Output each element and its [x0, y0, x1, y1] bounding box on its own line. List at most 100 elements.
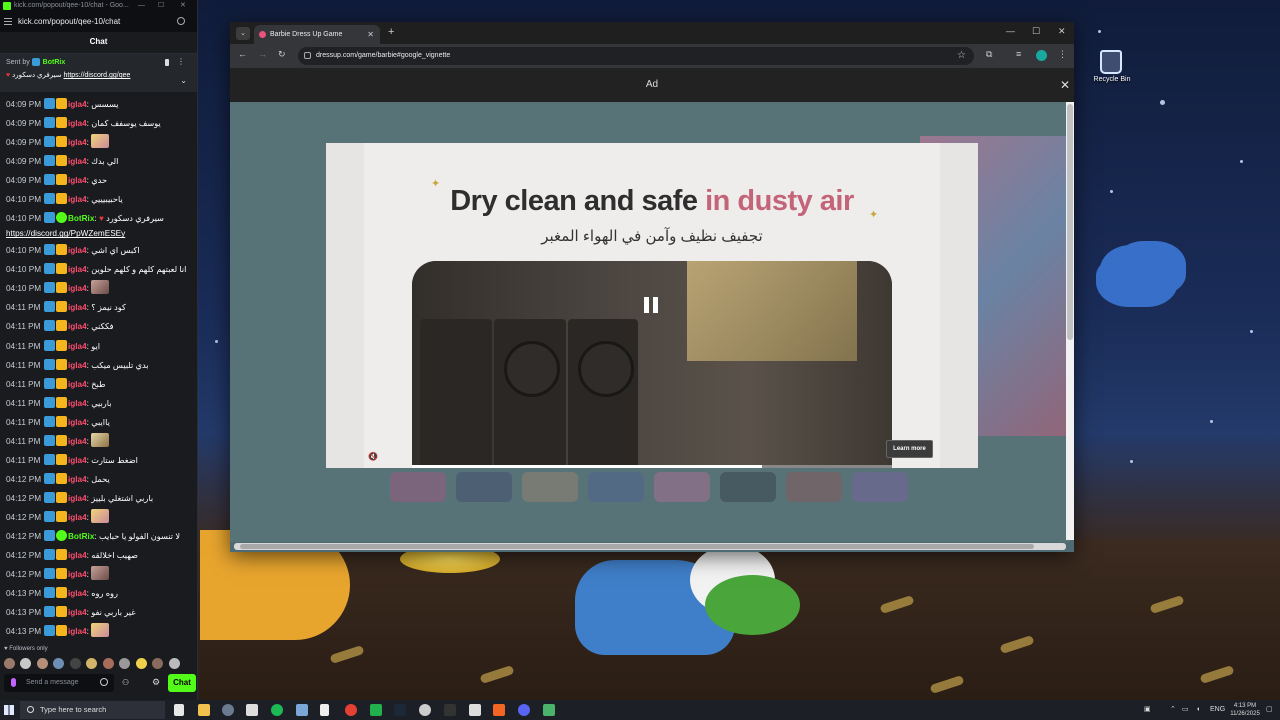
chat-message[interactable]: 04:12 PM igla4: يحمل [0, 470, 198, 489]
app-icon[interactable] [493, 704, 505, 716]
taskbar-search[interactable]: Type here to search [20, 701, 165, 719]
message-username[interactable]: igla4 [68, 475, 87, 484]
avatar[interactable] [53, 658, 65, 669]
forward-icon[interactable]: → [258, 49, 267, 59]
tray-app-icon[interactable]: ▣ [1144, 700, 1151, 720]
message-username[interactable]: igla4 [68, 437, 87, 446]
scrollbar-thumb[interactable] [1067, 104, 1073, 340]
avatar[interactable] [86, 658, 98, 669]
tab-close-icon[interactable]: ✕ [367, 25, 374, 44]
chat-message[interactable]: 04:09 PM igla4: يوسف يوسفف كمان [0, 114, 198, 133]
message-username[interactable]: igla4 [68, 361, 87, 370]
app-icon[interactable] [419, 704, 431, 716]
ad-video[interactable] [412, 261, 892, 468]
pinned-message[interactable]: Sent by BotRix ♥ سيرفري دسكورد https://d… [0, 54, 197, 92]
users-icon[interactable]: ⚇ [122, 678, 129, 687]
gear-icon[interactable]: ⚙ [152, 677, 160, 688]
learn-more-button[interactable]: Learn more [886, 440, 933, 458]
minimize-icon[interactable]: — [138, 0, 145, 12]
chat-message[interactable]: 04:12 PM BotRix: لا تنسون الفولو يا حبايب [0, 527, 198, 546]
message-username[interactable]: igla4 [68, 513, 87, 522]
message-username[interactable]: BotRix [68, 532, 94, 541]
message-username[interactable]: igla4 [68, 100, 87, 109]
chevron-down-icon[interactable]: ⌄ [180, 76, 187, 85]
video-progress-bar[interactable] [412, 465, 892, 468]
vertical-scrollbar[interactable] [1066, 102, 1074, 540]
more-options-icon[interactable]: ⋮ [177, 57, 185, 66]
back-icon[interactable]: ← [238, 49, 247, 59]
ad-creative[interactable]: ✦ ✦ Dry clean and safe in dusty air تجفي… [326, 143, 978, 468]
maximize-icon[interactable]: ☐ [1032, 26, 1040, 37]
avatar[interactable] [4, 658, 15, 669]
app-icon[interactable] [469, 704, 481, 716]
chat-message[interactable]: 04:11 PM igla4: كود نيمز ؟ [0, 298, 198, 317]
emoji-icon[interactable] [100, 678, 108, 686]
document-icon[interactable] [320, 704, 329, 716]
avatar[interactable] [69, 658, 81, 669]
spotify-icon[interactable] [271, 704, 283, 716]
browser-menu-icon[interactable]: ⋮ [1058, 49, 1067, 60]
site-info-icon[interactable] [304, 52, 311, 59]
chat-message[interactable]: 04:11 PM igla4: بدي تلبيس ميكب [0, 356, 198, 375]
avatar[interactable] [168, 658, 180, 669]
message-username[interactable]: igla4 [68, 246, 87, 255]
chat-message[interactable]: 04:09 PM igla4: [0, 133, 198, 152]
chat-send-button[interactable]: Chat [168, 674, 196, 692]
chat-message[interactable]: 04:09 PM igla4: حدي [0, 171, 198, 190]
avatar[interactable] [119, 658, 131, 669]
chrome-icon[interactable] [345, 704, 357, 716]
windows-start-icon[interactable] [4, 705, 14, 715]
chat-message[interactable]: 04:09 PM igla4: الي بدك [0, 152, 198, 171]
microphone-icon[interactable] [11, 678, 16, 687]
message-username[interactable]: igla4 [68, 589, 87, 598]
network-icon[interactable]: ▭ [1182, 700, 1189, 720]
message-username[interactable]: igla4 [68, 195, 87, 204]
discord-icon[interactable] [518, 704, 530, 716]
chat-message[interactable]: 04:12 PM igla4: [0, 508, 198, 527]
message-username[interactable]: igla4 [68, 265, 87, 274]
message-username[interactable]: igla4 [68, 399, 87, 408]
show-hidden-icons-icon[interactable]: ⌃ [1170, 700, 1176, 720]
message-username[interactable]: igla4 [68, 551, 87, 560]
avatar[interactable] [102, 658, 114, 669]
chat-message[interactable]: 04:11 PM igla4: فككني [0, 317, 198, 336]
chat-message[interactable]: 04:11 PM igla4: ايو [0, 337, 198, 356]
app-icon[interactable] [444, 704, 456, 716]
chat-message[interactable]: 04:10 PM igla4: ياحبيبيييي [0, 190, 198, 209]
chat-message[interactable]: 04:10 PM igla4: انا لعبتهم كلهم و كلهم حل… [0, 260, 198, 279]
file-explorer-icon[interactable] [198, 704, 210, 716]
message-username[interactable]: igla4 [68, 176, 87, 185]
media-control-icon[interactable]: ≡ [1016, 49, 1021, 59]
message-username[interactable]: igla4 [68, 138, 87, 147]
message-username[interactable]: igla4 [68, 303, 87, 312]
menu-icon[interactable] [4, 18, 12, 25]
chat-message[interactable]: 04:12 PM igla4: [0, 565, 198, 584]
chat-message[interactable]: 04:11 PM igla4: اضغط ستارت [0, 451, 198, 470]
message-username[interactable]: BotRix [68, 214, 94, 223]
chat-message[interactable]: 04:09 PM igla4: يسسس [0, 95, 198, 114]
message-username[interactable]: igla4 [68, 418, 87, 427]
chat-message-list[interactable]: 04:09 PM igla4: يسسس 04:09 PM igla4: يوسف ي… [0, 95, 198, 645]
avatar[interactable] [152, 658, 164, 669]
reload-icon[interactable]: ↻ [278, 49, 286, 60]
chat-message[interactable]: 04:10 PM igla4: اكبس اي اشي [0, 241, 198, 260]
chat-message[interactable]: 04:12 PM igla4: صهيب اخلالقه [0, 546, 198, 565]
app-icon[interactable] [370, 704, 382, 716]
chat-message[interactable]: 04:10 PM igla4: [0, 279, 198, 298]
address-bar[interactable]: dressup.com/game/barbie#google_vignette … [298, 47, 974, 65]
chat-message[interactable]: 04:10 PM BotRix: ♥ سيرفري دسكورد https://d… [0, 209, 198, 241]
recycle-bin[interactable]: Recycle Bin [1090, 50, 1132, 83]
message-username[interactable]: igla4 [68, 608, 87, 617]
new-tab-icon[interactable]: + [388, 26, 394, 38]
app-icon[interactable] [246, 704, 258, 716]
message-username[interactable]: igla4 [68, 570, 87, 579]
message-username[interactable]: igla4 [68, 456, 87, 465]
close-icon[interactable]: ✕ [1058, 26, 1066, 37]
chat-message[interactable]: 04:11 PM igla4: باربيي [0, 394, 198, 413]
profile-avatar[interactable] [1036, 50, 1047, 61]
chat-message[interactable]: 04:13 PM igla4: روه روه [0, 584, 198, 603]
language-indicator[interactable]: ENG [1210, 700, 1225, 720]
avatar[interactable] [135, 658, 147, 669]
ad-close-icon[interactable]: ✕ [1060, 68, 1070, 102]
message-username[interactable]: igla4 [68, 380, 87, 389]
